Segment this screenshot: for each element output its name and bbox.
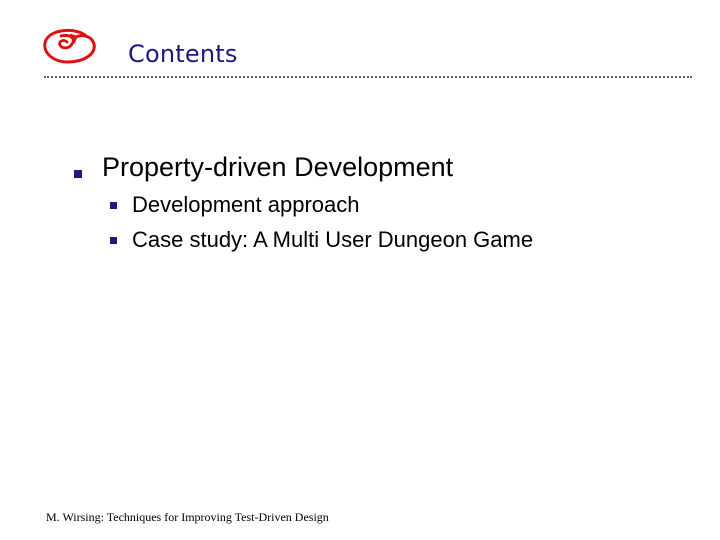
- sub-bullet-item: Development approach: [132, 192, 360, 217]
- title-divider: [44, 76, 692, 78]
- bullet-item: Property-driven Development: [102, 152, 454, 182]
- sub-bullet-square-icon: [110, 202, 117, 209]
- slide-footer: M. Wirsing: Techniques for Improving Tes…: [46, 510, 329, 524]
- slide-title: Contents: [128, 40, 238, 68]
- bullet-square-icon: [74, 170, 82, 178]
- sub-bullet-square-icon: [110, 237, 117, 244]
- spiral-logo-icon: [43, 29, 96, 64]
- sub-bullet-item: Case study: A Multi User Dungeon Game: [132, 227, 534, 252]
